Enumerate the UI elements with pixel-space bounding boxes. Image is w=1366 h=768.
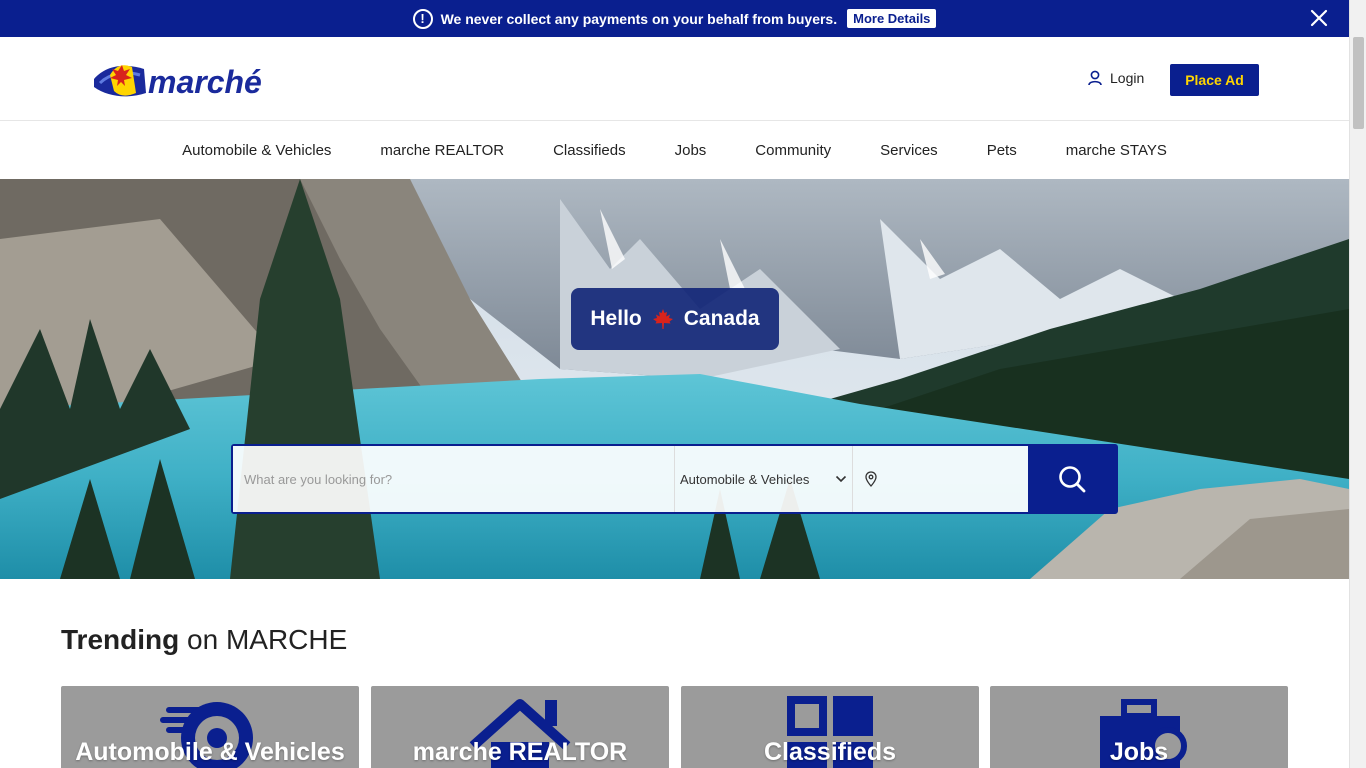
card-label: Automobile & Vehicles — [75, 738, 345, 766]
search-bar: Automobile & Vehicles — [231, 444, 1118, 514]
announcement-banner: ! We never collect any payments on your … — [0, 0, 1349, 37]
banner-content: ! We never collect any payments on your … — [412, 8, 937, 29]
maple-leaf-icon — [652, 309, 673, 329]
category-select-value: Automobile & Vehicles — [680, 471, 810, 487]
scrollbar-thumb[interactable] — [1353, 37, 1364, 129]
trending-card-automobile[interactable]: Automobile & Vehicles — [61, 686, 359, 768]
nav-item-realtor[interactable]: marche REALTOR — [356, 142, 529, 159]
page-scrollbar[interactable] — [1349, 0, 1366, 768]
trending-card-realtor[interactable]: marche REALTOR — [371, 686, 669, 768]
search-icon — [1059, 466, 1086, 493]
nav-item-classifieds[interactable]: Classifieds — [529, 142, 651, 159]
hero-landscape-image — [0, 179, 1349, 579]
nav-item-automobile[interactable]: Automobile & Vehicles — [158, 142, 356, 159]
more-details-button[interactable]: More Details — [847, 9, 937, 28]
nav-item-pets[interactable]: Pets — [962, 142, 1041, 159]
greeting-hello: Hello — [590, 307, 642, 330]
place-ad-button[interactable]: Place Ad — [1170, 64, 1259, 96]
trending-card-jobs[interactable]: Jobs — [990, 686, 1288, 768]
nav-item-jobs[interactable]: Jobs — [650, 142, 731, 159]
close-icon[interactable] — [1309, 8, 1329, 28]
site-header: marché Login Place Ad — [0, 37, 1349, 121]
chevron-down-icon — [835, 475, 847, 483]
greeting-canada: Canada — [683, 307, 760, 330]
nav-item-stays[interactable]: marche STAYS — [1041, 142, 1191, 159]
search-button[interactable] — [1028, 446, 1116, 512]
login-label: Login — [1110, 70, 1145, 86]
marche-logo[interactable]: marché — [92, 57, 264, 105]
search-input[interactable] — [233, 446, 674, 512]
card-label: Classifieds — [763, 738, 896, 766]
banner-message: We never collect any payments on your be… — [440, 10, 838, 27]
trending-heading-bold: Trending — [61, 624, 180, 655]
hello-canada-badge: Hello Canada — [571, 288, 779, 350]
user-icon — [1088, 70, 1102, 86]
category-nav: Automobile & Vehicles marche REALTOR Cla… — [0, 121, 1349, 179]
card-label: Jobs — [1109, 738, 1169, 766]
card-label: marche REALTOR — [412, 738, 628, 766]
location-pin-icon — [865, 471, 877, 487]
logo-wordmark: marché — [148, 64, 262, 100]
trending-heading-rest: on MARCHE — [187, 624, 348, 655]
category-select[interactable]: Automobile & Vehicles — [674, 446, 852, 512]
login-link[interactable]: Login — [1088, 70, 1144, 86]
info-icon: ! — [412, 8, 433, 29]
trending-card-classifieds[interactable]: Classifieds — [681, 686, 979, 768]
hero-section: Hello Canada Automobile & Vehicles — [0, 179, 1349, 579]
nav-item-services[interactable]: Services — [856, 142, 963, 159]
trending-heading: Trending on MARCHE — [61, 624, 347, 656]
location-input[interactable] — [852, 446, 1028, 512]
nav-item-community[interactable]: Community — [731, 142, 856, 159]
